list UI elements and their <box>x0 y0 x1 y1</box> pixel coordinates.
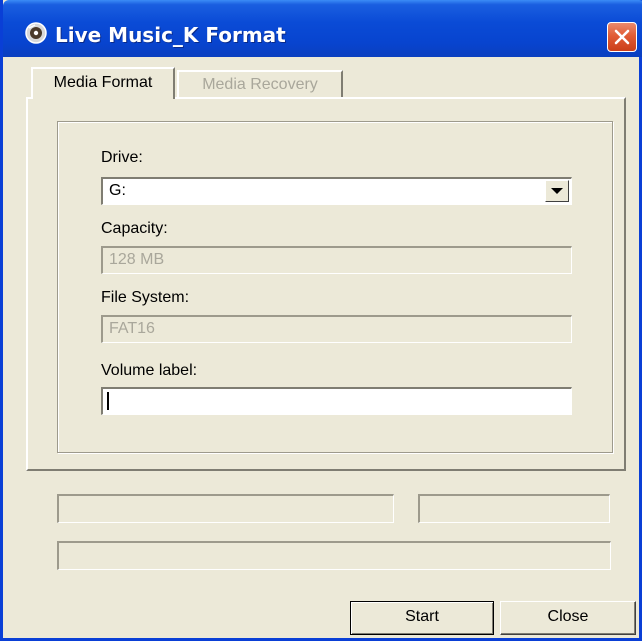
progress-bar <box>57 541 611 570</box>
text-caret <box>107 392 109 410</box>
volume-label-label: Volume label: <box>101 362 198 379</box>
start-button[interactable]: Start <box>350 601 494 635</box>
drive-label: Drive: <box>101 149 143 166</box>
tab-media-format[interactable]: Media Format <box>31 67 175 99</box>
volume-label-input[interactable] <box>101 387 572 415</box>
filesystem-label: File System: <box>101 289 190 306</box>
chevron-down-icon <box>551 188 563 194</box>
filesystem-field: FAT16 <box>101 315 572 343</box>
status-field <box>57 494 394 523</box>
format-dialog: Live Music_K Format Media Format Media R… <box>0 0 642 641</box>
close-button[interactable]: Close <box>500 601 636 635</box>
title-bar[interactable]: Live Music_K Format <box>3 0 642 57</box>
drive-select[interactable]: G: <box>101 177 572 205</box>
status-detail-field <box>418 494 610 523</box>
close-icon <box>614 29 630 45</box>
capacity-field: 128 MB <box>101 246 572 274</box>
drive-selected-value: G: <box>109 182 126 199</box>
drive-dropdown-button[interactable] <box>545 180 569 202</box>
tab-media-recovery[interactable]: Media Recovery <box>177 70 343 97</box>
window-title: Live Music_K Format <box>55 23 286 47</box>
window-close-button[interactable] <box>607 22 637 52</box>
capacity-label: Capacity: <box>101 220 168 237</box>
disc-icon <box>25 22 47 44</box>
